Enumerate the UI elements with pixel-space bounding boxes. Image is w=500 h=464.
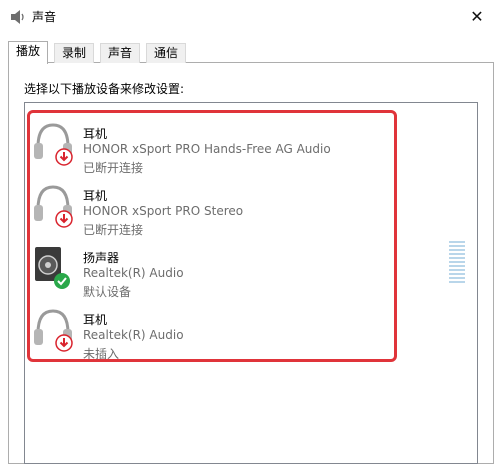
device-description: HONOR xSport PRO Stereo [83,204,244,218]
device-description: Realtek(R) Audio [83,266,184,280]
tab-recording[interactable]: 录制 [54,43,94,63]
device-status: 默认设备 [83,285,132,299]
headphones-icon [34,309,73,352]
device-name: 耳机 [83,189,108,203]
window-title: 声音 [32,10,57,24]
speaker-app-icon [11,10,24,24]
tab-communications[interactable]: 通信 [146,43,186,63]
device-item-headphones-realtek[interactable]: 耳机 Realtek(R) Audio 未插入 [31,303,391,361]
tab-playback[interactable]: 播放 [8,41,48,64]
tab-sounds[interactable]: 声音 [100,43,140,63]
device-status: 未插入 [83,347,120,361]
device-item-speaker[interactable]: 扬声器 Realtek(R) Audio 默认设备 [31,241,391,299]
device-name: 扬声器 [83,251,120,265]
close-icon: ✕ [470,6,484,26]
device-status: 已断开连接 [83,223,144,237]
close-button[interactable]: ✕ [454,0,500,32]
title-bar: 声音 ✕ [0,0,500,32]
device-description: Realtek(R) Audio [83,328,184,342]
instruction-text: 选择以下播放设备来修改设置: [24,82,185,96]
device-list[interactable]: 耳机 HONOR xSport PRO Hands-Free AG Audio … [24,102,478,464]
device-item-headphones-handsfree[interactable]: 耳机 HONOR xSport PRO Hands-Free AG Audio … [31,117,391,175]
device-name: 耳机 [83,127,108,141]
headphones-icon [34,123,73,166]
speaker-icon [35,247,70,289]
device-description: HONOR xSport PRO Hands-Free AG Audio [83,142,331,156]
device-name: 耳机 [83,313,108,327]
volume-level-meter [449,241,465,285]
headphones-icon [34,185,73,228]
device-status: 已断开连接 [83,161,144,175]
device-item-headphones-stereo[interactable]: 耳机 HONOR xSport PRO Stereo 已断开连接 [31,179,391,237]
